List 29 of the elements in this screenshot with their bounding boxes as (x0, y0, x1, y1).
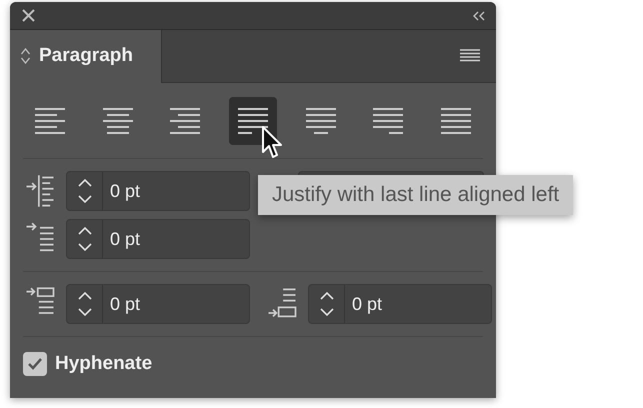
tooltip: Justify with last line aligned left (258, 175, 574, 214)
space-after-stepper[interactable]: 0 pt (308, 284, 492, 324)
left-indent-input[interactable]: 0 pt (103, 172, 243, 210)
stepper-icon[interactable] (76, 176, 92, 206)
space-before-stepper[interactable]: 0 pt (66, 284, 250, 324)
close-icon[interactable] (22, 9, 35, 22)
align-justify-all-icon (440, 108, 471, 134)
align-left-icon (35, 108, 65, 134)
first-line-indent-input[interactable]: 0 pt (103, 220, 243, 258)
align-justify-right-icon (373, 108, 404, 134)
hyphenate-label: Hyphenate (55, 352, 152, 376)
menu-icon[interactable] (460, 49, 480, 63)
check-icon (27, 357, 43, 372)
left-indent-stepper[interactable]: 0 pt (66, 171, 250, 211)
stepper-icon[interactable] (76, 289, 92, 319)
align-justify-center-icon (306, 108, 336, 134)
space-before-input[interactable]: 0 pt (103, 285, 243, 323)
hyphenate-checkbox[interactable] (23, 352, 47, 376)
collapse-icon[interactable] (472, 10, 486, 20)
align-justify-left-icon (238, 108, 268, 134)
sort-icon (20, 47, 31, 65)
align-right-icon (170, 108, 200, 134)
first-line-indent-stepper[interactable]: 0 pt (66, 219, 250, 259)
space-after-input[interactable]: 0 pt (345, 285, 485, 323)
align-center-icon (102, 108, 133, 134)
cursor-icon (261, 125, 285, 161)
stepper-icon[interactable] (76, 224, 92, 254)
paragraph-tab[interactable]: Paragraph (10, 30, 162, 82)
stepper-icon[interactable] (318, 289, 334, 319)
